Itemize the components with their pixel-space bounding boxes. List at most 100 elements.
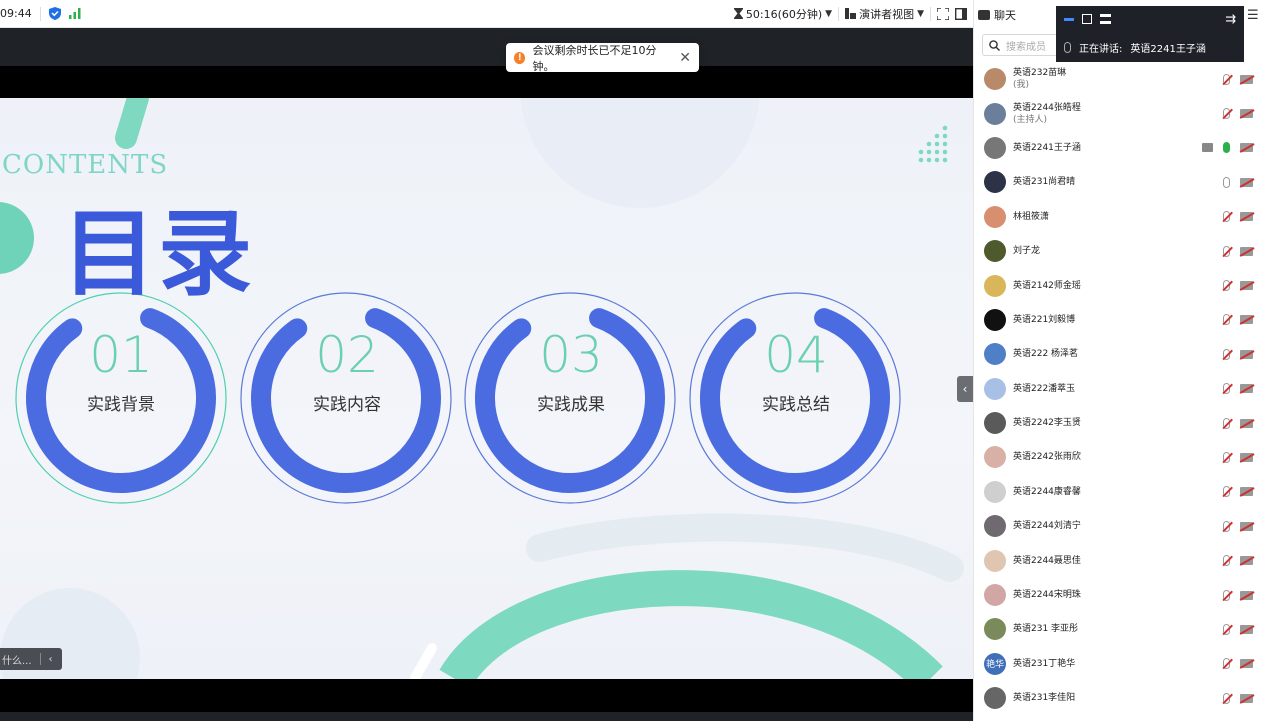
- member-row[interactable]: 林祖筱潇: [974, 200, 1268, 234]
- minimize-icon[interactable]: [1064, 17, 1074, 21]
- avatar: [984, 343, 1006, 366]
- mic-icon[interactable]: [1223, 348, 1230, 360]
- mic-icon[interactable]: [1223, 176, 1230, 188]
- member-row[interactable]: 英语2244聂思佳: [974, 543, 1268, 577]
- mic-icon[interactable]: [1223, 142, 1230, 154]
- shield-icon[interactable]: [48, 7, 61, 20]
- member-controls: [1223, 280, 1253, 292]
- member-name-block: 英语231李佳阳: [1013, 692, 1075, 704]
- member-row[interactable]: 刘子龙: [974, 234, 1268, 268]
- member-name-block: 英语231丁艳华: [1013, 658, 1075, 670]
- member-row[interactable]: 艳华 英语231丁艳华: [974, 647, 1268, 681]
- screen-share-icon[interactable]: [1202, 143, 1213, 153]
- chevron-left-icon[interactable]: ‹: [49, 654, 53, 665]
- member-row[interactable]: 英语2244刘清宁: [974, 509, 1268, 543]
- camera-off-icon[interactable]: [1240, 212, 1253, 222]
- camera-off-icon[interactable]: [1240, 109, 1253, 119]
- member-controls: [1223, 176, 1253, 188]
- mic-icon[interactable]: [1223, 73, 1230, 85]
- avatar: [984, 102, 1006, 125]
- camera-off-icon[interactable]: [1240, 556, 1253, 566]
- divider: [838, 6, 840, 21]
- member-row[interactable]: 英语2244康睿馨: [974, 475, 1268, 509]
- mic-icon[interactable]: [1223, 555, 1230, 567]
- member-row[interactable]: 英语231尚君晴: [974, 165, 1268, 199]
- panel-title[interactable]: 聊天: [994, 7, 1016, 23]
- member-row[interactable]: 英语2142师金瑶: [974, 268, 1268, 302]
- member-row[interactable]: 英语2242张雨欣: [974, 440, 1268, 474]
- mic-icon[interactable]: [1223, 589, 1230, 601]
- mic-icon[interactable]: [1223, 520, 1230, 532]
- member-name-block: 英语2244张皓程 (主持人): [1013, 102, 1081, 126]
- mic-icon[interactable]: [1223, 211, 1230, 223]
- window-icon[interactable]: [1082, 14, 1092, 24]
- camera-off-icon[interactable]: [1240, 418, 1253, 428]
- camera-off-icon[interactable]: [1240, 452, 1253, 462]
- member-row[interactable]: 英语2242李玉贤: [974, 406, 1268, 440]
- camera-off-icon[interactable]: [1240, 315, 1253, 325]
- toc-label: 实践总结: [762, 395, 830, 415]
- member-row[interactable]: 英语221刘毅博: [974, 303, 1268, 337]
- search-placeholder: 搜索成员: [1006, 41, 1046, 53]
- chat-input-tab[interactable]: 什么... ‹: [0, 648, 62, 670]
- shared-slide: CONTENTS 目录 01 实践背景 02 实践内容 03 实践成果 04 实…: [0, 98, 973, 679]
- member-name: 英语2244宋明珠: [1013, 590, 1081, 601]
- camera-off-icon[interactable]: [1240, 349, 1253, 359]
- chat-input-preview: 什么...: [2, 655, 32, 667]
- member-role-tag: (我): [1013, 80, 1030, 91]
- member-row[interactable]: 英语2244宋明珠: [974, 578, 1268, 612]
- timer-button[interactable]: 50:16(60分钟) ▼: [733, 6, 832, 22]
- member-controls: [1223, 692, 1253, 704]
- member-name: 英语2244聂思佳: [1013, 555, 1081, 566]
- mic-icon[interactable]: [1223, 314, 1230, 326]
- avatar: [984, 240, 1006, 263]
- mic-icon[interactable]: [1223, 486, 1230, 498]
- camera-off-icon[interactable]: [1240, 143, 1253, 153]
- camera-off-icon[interactable]: [1240, 659, 1253, 669]
- camera-off-icon[interactable]: [1240, 487, 1253, 497]
- member-controls: [1202, 142, 1253, 154]
- member-controls: [1223, 520, 1253, 532]
- camera-off-icon[interactable]: [1240, 590, 1253, 600]
- mic-icon[interactable]: [1223, 623, 1230, 635]
- collapse-panel-button[interactable]: ‹: [957, 376, 973, 402]
- member-row[interactable]: 英语2241王子涵: [974, 131, 1268, 165]
- member-row[interactable]: 英语2244张皓程 (主持人): [974, 96, 1268, 130]
- member-row[interactable]: 英语222 杨泽茗: [974, 337, 1268, 371]
- view-mode-button[interactable]: 演讲者视图 ▼: [845, 6, 924, 22]
- camera-off-icon[interactable]: [1240, 693, 1253, 703]
- fullscreen-icon[interactable]: [937, 7, 949, 20]
- camera-off-icon[interactable]: [1240, 384, 1253, 394]
- mic-icon[interactable]: [1223, 692, 1230, 704]
- member-name: 英语2244刘清宁: [1013, 521, 1081, 532]
- mic-icon[interactable]: [1223, 451, 1230, 463]
- member-name-block: 英语2142师金瑶: [1013, 280, 1081, 292]
- mic-icon[interactable]: [1223, 245, 1230, 257]
- member-row[interactable]: 英语222潘萃玉: [974, 372, 1268, 406]
- mic-icon[interactable]: [1223, 417, 1230, 429]
- mic-icon[interactable]: [1223, 383, 1230, 395]
- camera-off-icon[interactable]: [1240, 521, 1253, 531]
- close-icon[interactable]: ✕: [679, 50, 691, 66]
- time-warning-toast: ! 会议剩余时长已不足10分钟。 ✕: [506, 43, 699, 73]
- camera-off-icon[interactable]: [1240, 281, 1253, 291]
- member-row[interactable]: 英语232苗琳 (我): [974, 62, 1268, 96]
- signal-icon[interactable]: [68, 8, 81, 19]
- sidebar-toggle-icon[interactable]: [955, 7, 967, 20]
- camera-off-icon[interactable]: [1240, 624, 1253, 634]
- member-controls: [1223, 73, 1253, 85]
- mic-icon[interactable]: [1223, 280, 1230, 292]
- camera-off-icon[interactable]: [1240, 177, 1253, 187]
- mic-icon[interactable]: [1223, 658, 1230, 670]
- list-view-icon[interactable]: [1100, 14, 1111, 24]
- camera-off-icon[interactable]: [1240, 246, 1253, 256]
- expand-icon[interactable]: ⇉: [1225, 12, 1236, 27]
- mic-icon[interactable]: [1223, 108, 1230, 120]
- member-name-block: 英语232苗琳 (我): [1013, 67, 1066, 91]
- avatar: [984, 205, 1006, 228]
- menu-icon[interactable]: ☰: [1247, 8, 1259, 23]
- member-row[interactable]: 英语231李佳阳: [974, 681, 1268, 715]
- camera-off-icon[interactable]: [1240, 74, 1253, 84]
- toc-number: 04: [764, 326, 828, 384]
- member-row[interactable]: 英语231 李亚彤: [974, 612, 1268, 646]
